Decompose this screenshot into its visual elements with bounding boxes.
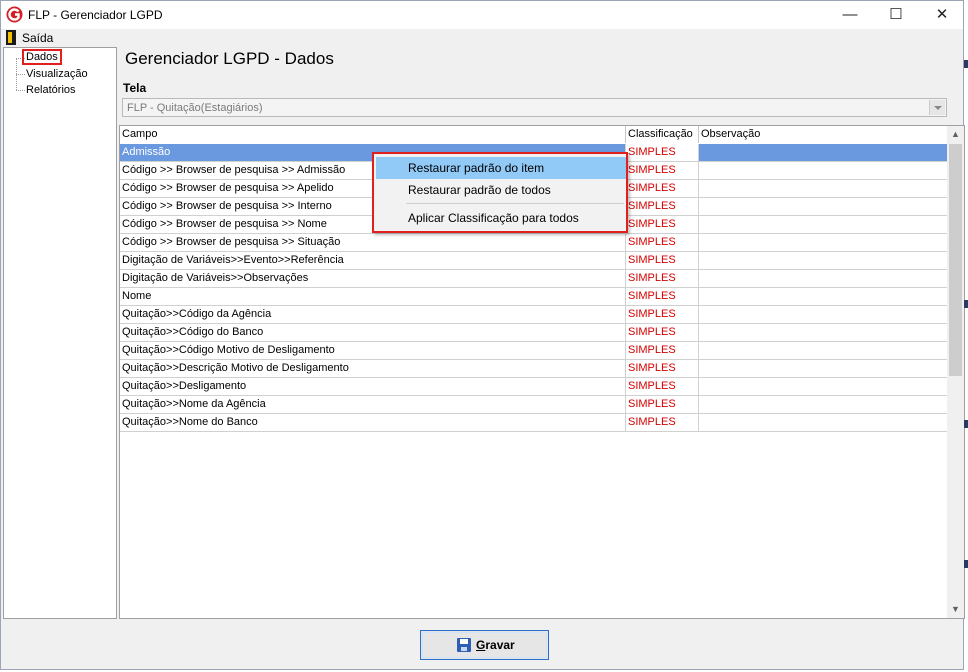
cell-observacao[interactable] (699, 252, 948, 270)
cell-campo[interactable]: Quitação>>Nome da Agência (120, 396, 626, 414)
table-row[interactable]: Quitação>>Nome da Agência SIMPLES (120, 396, 948, 414)
cell-observacao[interactable] (699, 180, 948, 198)
cell-observacao[interactable] (699, 234, 948, 252)
tree-connector (16, 74, 25, 75)
cell-classificacao[interactable]: SIMPLES (626, 288, 699, 306)
main-window: FLP - Gerenciador LGPD — ☐ ✕ Saída Dados… (0, 0, 965, 670)
cell-classificacao[interactable]: SIMPLES (626, 162, 699, 180)
table-row[interactable]: Quitação>>Nome do Banco SIMPLES (120, 414, 948, 432)
navigation-tree: Dados Visualização Relatórios (3, 47, 117, 619)
cell-campo[interactable]: Quitação>>Código do Banco (120, 324, 626, 342)
grid-header: Campo Classificação Observação (120, 126, 948, 145)
tree-item-visualizacao[interactable]: Visualização (26, 68, 88, 80)
cell-observacao[interactable] (699, 144, 948, 162)
table-row[interactable]: Quitação>>Código do Banco SIMPLES (120, 324, 948, 342)
cell-classificacao[interactable]: SIMPLES (626, 216, 699, 234)
cell-campo[interactable]: Quitação>>Código Motivo de Desligamento (120, 342, 626, 360)
cell-observacao[interactable] (699, 288, 948, 306)
background-edge (964, 560, 968, 568)
cell-observacao[interactable] (699, 270, 948, 288)
table-row[interactable]: Quitação>>Desligamento SIMPLES (120, 378, 948, 396)
cell-campo[interactable]: Digitação de Variáveis>>Evento>>Referênc… (120, 252, 626, 270)
table-row[interactable]: Quitação>>Código Motivo de Desligamento … (120, 342, 948, 360)
background-edge (964, 420, 968, 428)
menu-bar: Saída (1, 29, 963, 47)
background-edge (964, 300, 968, 308)
cell-classificacao[interactable]: SIMPLES (626, 252, 699, 270)
tela-label: Tela (123, 81, 147, 95)
cell-observacao[interactable] (699, 216, 948, 234)
cell-campo[interactable]: Quitação>>Nome do Banco (120, 414, 626, 432)
cell-classificacao[interactable]: SIMPLES (626, 324, 699, 342)
cell-observacao[interactable] (699, 342, 948, 360)
cell-classificacao[interactable]: SIMPLES (626, 270, 699, 288)
table-row[interactable]: Digitação de Variáveis>>Observações SIMP… (120, 270, 948, 288)
table-row[interactable]: Quitação>>Descrição Motivo de Desligamen… (120, 360, 948, 378)
cell-classificacao[interactable]: SIMPLES (626, 306, 699, 324)
column-header-campo[interactable]: Campo (120, 126, 626, 143)
cell-classificacao[interactable]: SIMPLES (626, 342, 699, 360)
menu-separator (406, 203, 624, 204)
cell-campo[interactable]: Quitação>>Descrição Motivo de Desligamen… (120, 360, 626, 378)
cell-observacao[interactable] (699, 396, 948, 414)
cell-observacao[interactable] (699, 324, 948, 342)
cell-observacao[interactable] (699, 198, 948, 216)
save-button[interactable]: Gravar (420, 630, 549, 660)
menu-item-restore-item[interactable]: Restaurar padrão do item (376, 157, 626, 179)
door-exit-icon (6, 30, 16, 45)
cell-campo[interactable]: Quitação>>Desligamento (120, 378, 626, 396)
cell-observacao[interactable] (699, 306, 948, 324)
background-edge (964, 60, 968, 68)
window-title: FLP - Gerenciador LGPD (28, 8, 163, 22)
chevron-down-icon[interactable] (929, 100, 945, 115)
cell-classificacao[interactable]: SIMPLES (626, 396, 699, 414)
column-header-observacao[interactable]: Observação (699, 126, 948, 143)
scroll-up-icon[interactable]: ▲ (947, 126, 964, 143)
flp-logo-icon (6, 6, 23, 23)
maximize-button[interactable]: ☐ (873, 1, 919, 29)
close-button[interactable]: ✕ (919, 1, 965, 29)
cell-observacao[interactable] (699, 414, 948, 432)
scroll-thumb[interactable] (949, 144, 962, 376)
tree-item-dados[interactable]: Dados (22, 49, 62, 65)
tree-item-label: Dados (22, 49, 62, 65)
menu-item-apply-all[interactable]: Aplicar Classificação para todos (376, 207, 626, 229)
title-bar: FLP - Gerenciador LGPD — ☐ ✕ (1, 1, 963, 29)
cell-observacao[interactable] (699, 378, 948, 396)
vertical-scrollbar[interactable]: ▲ ▼ (947, 126, 964, 618)
cell-campo[interactable]: Nome (120, 288, 626, 306)
cell-classificacao[interactable]: SIMPLES (626, 144, 699, 162)
cell-classificacao[interactable]: SIMPLES (626, 360, 699, 378)
table-row[interactable]: Quitação>>Código da Agência SIMPLES (120, 306, 948, 324)
menu-item-restore-all[interactable]: Restaurar padrão de todos (376, 179, 626, 201)
table-row[interactable]: Código >> Browser de pesquisa >> Situaçã… (120, 234, 948, 252)
cell-classificacao[interactable]: SIMPLES (626, 378, 699, 396)
cell-campo[interactable]: Quitação>>Código da Agência (120, 306, 626, 324)
save-button-label: Gravar (476, 638, 515, 652)
menu-exit[interactable]: Saída (22, 31, 53, 45)
cell-classificacao[interactable]: SIMPLES (626, 180, 699, 198)
tree-item-relatorios[interactable]: Relatórios (26, 84, 76, 96)
cell-classificacao[interactable]: SIMPLES (626, 414, 699, 432)
tela-select-value: FLP - Quitação(Estagiários) (127, 102, 263, 114)
cell-observacao[interactable] (699, 162, 948, 180)
cell-campo[interactable]: Código >> Browser de pesquisa >> Situaçã… (120, 234, 626, 252)
table-row[interactable]: Digitação de Variáveis>>Evento>>Referênc… (120, 252, 948, 270)
tela-select[interactable]: FLP - Quitação(Estagiários) (122, 98, 947, 117)
page-title: Gerenciador LGPD - Dados (125, 49, 334, 68)
minimize-button[interactable]: — (827, 1, 873, 29)
cell-campo[interactable]: Digitação de Variáveis>>Observações (120, 270, 626, 288)
floppy-disk-icon (457, 638, 471, 652)
column-header-classificacao[interactable]: Classificação (626, 126, 699, 143)
cell-classificacao[interactable]: SIMPLES (626, 198, 699, 216)
table-row[interactable]: Nome SIMPLES (120, 288, 948, 306)
cell-observacao[interactable] (699, 360, 948, 378)
scroll-down-icon[interactable]: ▼ (947, 601, 964, 618)
context-menu: Restaurar padrão do item Restaurar padrã… (372, 152, 628, 233)
tree-connector (16, 90, 25, 91)
cell-classificacao[interactable]: SIMPLES (626, 234, 699, 252)
